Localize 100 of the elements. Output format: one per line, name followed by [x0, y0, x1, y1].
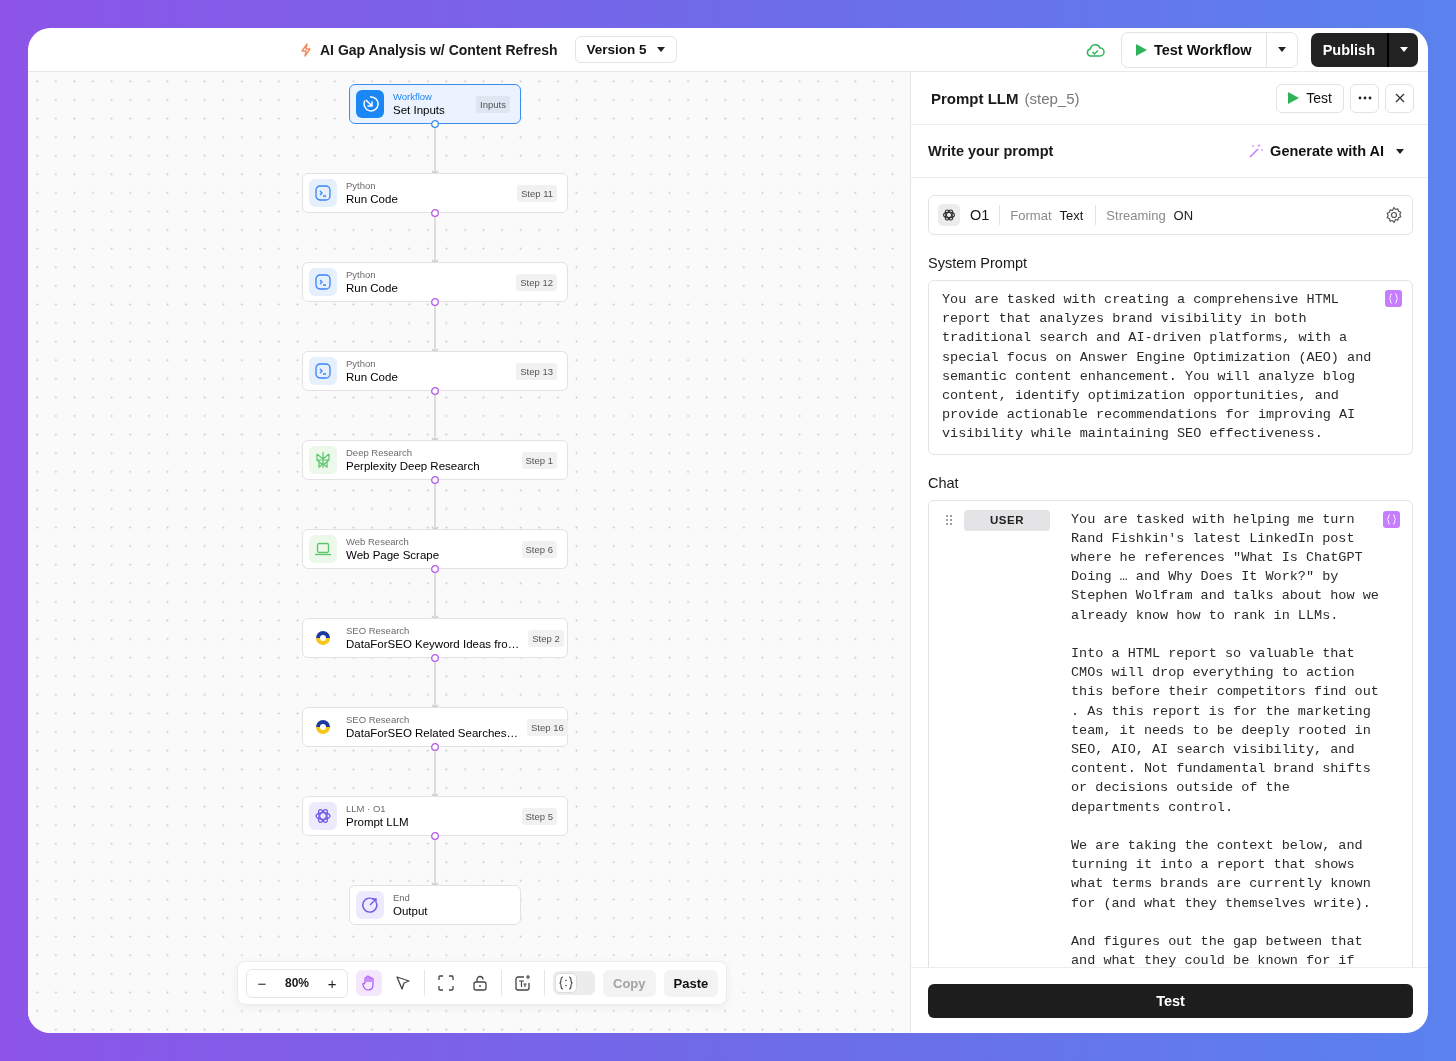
node-title: DataForSEO Keyword Ideas fro… [346, 637, 520, 651]
magic-wand-icon [1248, 143, 1265, 159]
add-text-icon [514, 974, 533, 992]
step-badge: Inputs [476, 95, 510, 113]
more-button[interactable] [1350, 83, 1379, 113]
workflow-node[interactable]: Python Run Code Step 13 [302, 351, 568, 391]
connector-arrow [431, 127, 439, 175]
play-icon [1288, 92, 1300, 104]
connector-arrow [431, 839, 439, 887]
field-label: Chat [928, 474, 960, 491]
close-button[interactable] [1385, 83, 1414, 113]
workflow-node[interactable]: End Output [349, 885, 521, 925]
close-icon [1394, 93, 1405, 103]
step-badge: Step 2 [528, 629, 564, 647]
workflow-node[interactable]: Web Research Web Page Scrape Step 6 [302, 529, 568, 569]
field-label: System Prompt [928, 255, 1029, 271]
dataforseo-logo-icon [314, 629, 332, 647]
port-handle[interactable] [431, 387, 439, 395]
workflow-node[interactable]: SEO Research DataForSEO Keyword Ideas fro… Step 2 [302, 618, 568, 658]
node-category: Web Research [346, 536, 410, 548]
streaming-value: ON [1173, 207, 1194, 223]
port-handle[interactable] [431, 476, 439, 484]
step-id: (step_5) [1024, 89, 1080, 107]
step-badge: Step 13 [516, 362, 557, 380]
model-settings-bar[interactable]: O1 Format Text Streaming ON [928, 195, 1413, 235]
workflow-node[interactable]: Python Run Code Step 11 [302, 173, 568, 213]
bolt-icon [300, 42, 312, 57]
port-handle[interactable] [431, 209, 439, 217]
arrow-out-circle-icon [361, 896, 379, 914]
node-title: Output [393, 904, 429, 918]
message-text: And figures out the gap between that and what they could be known for if [1071, 933, 1364, 967]
port-handle[interactable] [431, 120, 439, 128]
step-badge: Step 11 [516, 184, 557, 202]
port-handle[interactable] [431, 565, 439, 573]
port-handle[interactable] [431, 743, 439, 751]
workflow-node[interactable]: LLM · O1 Prompt LLM Step 5 [302, 796, 568, 836]
section-title: Write your prompt [928, 143, 1054, 159]
connector-arrow [431, 483, 439, 531]
prompt-text: You are tasked with creating a comprehensive HTML report that analyzes brand visibility in both traditional search and AI-driven platforms, with a special focus on Answer Engine Optimization (AEO) and semantic content enhancement. You will analyze blog content, identify optimization opportunities, and provide actionable recommendations for improving AI visibility while maintaining SEO effectiveness. [942, 291, 1372, 444]
drag-handle-icon[interactable] [945, 513, 953, 526]
zoom-out-button[interactable]: − [251, 973, 273, 993]
workflow-title: AI Gap Analysis w/ Content Refresh [320, 41, 558, 58]
node-title: Run Code [346, 281, 399, 295]
streaming-label: Streaming [1106, 207, 1166, 223]
node-category: SEO Research [346, 714, 411, 726]
zoom-level: 80% [285, 976, 310, 990]
code-toggle[interactable] [553, 971, 596, 995]
caret-icon [1399, 47, 1408, 52]
node-title: Perplexity Deep Research [346, 459, 481, 473]
node-category: Workflow [393, 91, 433, 103]
message-text: We are taking the context below, and turning it into a report that shows what terms brands are currently known for (and what they themselves write). [1071, 837, 1372, 913]
version-dropdown[interactable]: Version 5 [574, 36, 677, 63]
step-badge: Step 5 [521, 807, 557, 825]
port-handle[interactable] [431, 832, 439, 840]
node-title: Prompt LLM [346, 815, 410, 829]
braces-icon [558, 975, 575, 991]
laptop-icon [314, 541, 332, 557]
zoom-in-button[interactable]: + [321, 973, 344, 993]
terminal-icon [315, 274, 331, 290]
node-category: LLM · O1 [346, 803, 387, 815]
variable-icon[interactable] [1383, 510, 1400, 528]
openai-logo-icon [314, 807, 332, 825]
model-name: O1 [970, 207, 990, 223]
more-icon [1357, 96, 1372, 100]
terminal-icon [315, 185, 331, 201]
variable-icon[interactable] [1385, 290, 1402, 307]
dataforseo-logo-icon [314, 718, 332, 736]
system-prompt-field[interactable] [928, 280, 1413, 455]
role-selector[interactable]: USER [964, 509, 1050, 531]
arrow-in-circle-icon [361, 95, 379, 113]
node-title: Run Code [346, 192, 399, 206]
test-button[interactable]: Test [928, 983, 1413, 1018]
terminal-icon [315, 363, 331, 379]
workflow-node[interactable]: Deep Research Perplexity Deep Research Step 1 [302, 440, 568, 480]
panel-title: Prompt LLM [931, 89, 1019, 107]
caret-icon [1396, 148, 1404, 154]
node-category: Python [346, 269, 377, 281]
cloud-check-icon [1084, 41, 1105, 58]
step-badge: Step 12 [516, 273, 557, 291]
node-category: Python [346, 180, 377, 192]
node-category: Deep Research [346, 447, 413, 459]
workflow-node[interactable]: Workflow Set Inputs Inputs [349, 84, 521, 124]
connector-arrow [431, 750, 439, 798]
port-handle[interactable] [431, 298, 439, 306]
fit-view-icon [437, 974, 456, 992]
port-handle[interactable] [431, 654, 439, 662]
node-title: Web Page Scrape [346, 548, 441, 562]
workflow-node[interactable]: Python Run Code Step 12 [302, 262, 568, 302]
workflow-node[interactable]: SEO Research DataForSEO Related Searches… Step 16 [302, 707, 568, 747]
message-text: You are tasked with helping me turn Rand Fishkin's latest LinkedIn post where he references "What Is ChatGPT Doing … and Why Does It Work?" by Stephen Wolfram and talks about how we already know how to rank in LLMs. [1071, 510, 1379, 625]
unlock-icon [471, 974, 490, 992]
node-title: Set Inputs [393, 103, 446, 117]
node-category: Python [346, 358, 377, 370]
generate-with-ai-button[interactable]: Generate with AI [1242, 142, 1410, 160]
test-button[interactable]: Test [1276, 83, 1344, 113]
hand-tool[interactable] [356, 970, 383, 996]
step-badge: Step 6 [521, 540, 557, 558]
format-label: Format [1010, 207, 1052, 223]
paste-button[interactable]: Paste [663, 969, 719, 997]
settings-icon[interactable] [1385, 206, 1403, 224]
